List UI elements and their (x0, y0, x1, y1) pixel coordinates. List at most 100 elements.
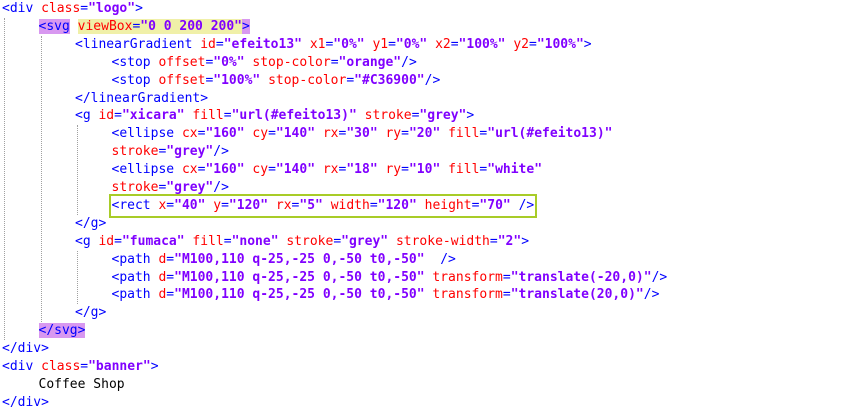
tag-token: = (166, 269, 175, 285)
tag-token: = (268, 126, 276, 142)
code-line[interactable]: </g> (75, 215, 106, 233)
code-line[interactable]: <path d="M100,110 q-25,-25 0,-50 t0,-50"… (112, 286, 660, 304)
attribute-value: "5" (299, 197, 331, 213)
attribute-value: "xicara" (121, 108, 193, 124)
selected-attribute: viewBox="0 0 200 200" (77, 18, 243, 34)
attribute-name: fill (448, 126, 480, 142)
attribute-name: stroke (111, 144, 159, 160)
code-line[interactable]: <g id="fumaca" fill="none" stroke="grey"… (75, 233, 529, 251)
code-line[interactable]: <stop offset="0%" stop-color="orange"/> (112, 54, 417, 72)
indent-guide (77, 250, 78, 305)
attribute-value: "url(#efeito13)" (231, 108, 365, 124)
code-line[interactable]: </g> (75, 304, 106, 322)
tag-token: = (80, 1, 89, 16)
code-line[interactable]: <div class="logo"> (2, 0, 143, 18)
attribute-value: "0%" (395, 36, 436, 52)
attribute-value: "160" (205, 162, 253, 178)
code-line[interactable]: <ellipse cx="160" cy="140" rx="18" ry="1… (112, 161, 543, 179)
attribute-name: rx (322, 162, 339, 178)
attribute-name: rx (322, 126, 339, 142)
tag-token: /> (213, 180, 229, 195)
code-line[interactable]: <path d="M100,110 q-25,-25 0,-50 t0,-50"… (112, 251, 456, 269)
tag-token: = (333, 233, 342, 249)
tag-token: = (166, 197, 175, 213)
tag-token: /> (643, 287, 660, 303)
tag-token: <div (2, 1, 42, 16)
tag-token: = (330, 54, 339, 70)
tag-token: <path (111, 251, 159, 267)
attribute-name: cy (252, 126, 269, 142)
indent-guide (77, 125, 78, 215)
code-line[interactable]: stroke="grey"/> (112, 179, 229, 197)
code-line[interactable]: <svg viewBox="0 0 200 200"> (38, 18, 250, 36)
attribute-value: "none" (231, 233, 287, 249)
attribute-name: stroke-width (395, 233, 490, 249)
matched-tag: > (77, 323, 86, 339)
tag-token: </linearGradient> (75, 90, 209, 106)
attribute-value: "160" (205, 126, 253, 142)
attribute-name: x2 (435, 36, 451, 52)
tag-token: <g (75, 108, 99, 124)
tag-token: /> (440, 251, 456, 267)
attribute-value: "0 0 200 200" (140, 18, 243, 34)
attribute-name: cx (181, 162, 198, 178)
tag-token: = (401, 162, 409, 178)
tag-token: = (223, 108, 232, 124)
attribute-value: "logo" (88, 1, 136, 16)
attribute-name: ry (385, 126, 402, 142)
tag-token: </g> (75, 215, 107, 231)
code-line[interactable]: </svg> (38, 322, 86, 340)
tag-token: <stop (111, 72, 159, 88)
attribute-value: "M100,110 q-25,-25 0,-50 t0,-50" (174, 269, 433, 285)
attribute-name: height (424, 197, 472, 213)
tag-token (70, 19, 78, 34)
code-line[interactable]: stroke="grey"/> (112, 143, 229, 161)
attribute-value: "efeito13" (223, 36, 310, 52)
attribute-name: stroke (111, 180, 159, 195)
attribute-value: "20" (408, 126, 449, 142)
code-editor[interactable]: <div class="logo"> <svg viewBox="0 0 200 … (0, 0, 850, 410)
attribute-name: transform (432, 287, 503, 303)
attribute-value: "40" (174, 197, 214, 213)
attribute-value: "fumaca" (121, 233, 193, 249)
code-line[interactable]: <div class="banner"> (2, 358, 159, 376)
highlighted-rect-line: <rect x="40" y="120" rx="5" width="120" … (108, 193, 538, 218)
tag-token: > (466, 108, 475, 124)
tag-token: /> (213, 144, 229, 160)
tag-token: <ellipse (111, 126, 182, 142)
code-line[interactable]: <stop offset="100%" stop-color="#C36900"… (112, 72, 441, 90)
code-line[interactable]: <rect x="40" y="120" rx="5" width="120" … (108, 193, 538, 218)
code-line[interactable]: Coffee Shop (39, 376, 125, 394)
attribute-value: "100%" (458, 36, 514, 52)
code-line[interactable]: <path d="M100,110 q-25,-25 0,-50 t0,-50"… (112, 269, 668, 287)
attribute-value: "grey" (341, 233, 396, 249)
attribute-value: "140" (275, 126, 323, 142)
tag-token: /> (518, 197, 535, 213)
attribute-value: "orange" (338, 54, 402, 70)
tag-token: /> (424, 72, 441, 88)
code-line[interactable]: <linearGradient id="efeito13" x1="0%" y1… (75, 36, 592, 54)
attribute-name: class (41, 359, 81, 374)
attribute-name: offset (158, 72, 206, 88)
code-line[interactable]: </div> (2, 340, 49, 358)
code-line[interactable]: <ellipse cx="160" cy="140" rx="30" ry="2… (112, 125, 613, 143)
indent-guide (40, 35, 42, 323)
tag-token: = (223, 233, 232, 249)
attribute-name: fill (192, 108, 224, 124)
attribute-name: y (213, 197, 222, 213)
code-line[interactable]: <g id="xicara" fill="url(#efeito13)" str… (75, 107, 474, 125)
code-line[interactable]: </div> (2, 394, 49, 412)
attribute-value: "#C36900" (354, 72, 425, 88)
tag-token: </div> (2, 394, 49, 410)
attribute-value: "100%" (213, 72, 269, 88)
tag-token: = (166, 287, 175, 303)
tag-token: <rect (111, 197, 159, 213)
attribute-name: class (41, 1, 81, 16)
tag-token: > (583, 36, 592, 52)
tag-token: = (221, 197, 229, 213)
indent-guide (4, 17, 5, 341)
code-line[interactable]: </linearGradient> (75, 90, 208, 108)
tag-token: = (450, 36, 459, 52)
tag-token: <ellipse (111, 162, 182, 178)
attribute-value: "140" (275, 162, 323, 178)
